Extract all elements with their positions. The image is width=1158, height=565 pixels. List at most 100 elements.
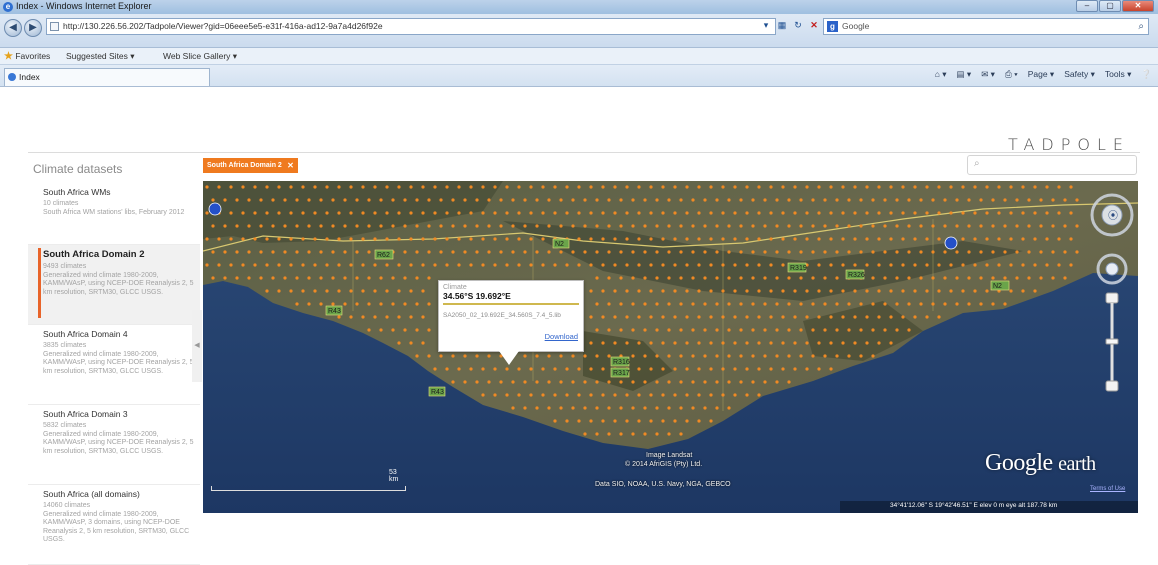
climate-point[interactable] <box>379 224 383 228</box>
climate-point[interactable] <box>247 224 251 228</box>
climate-point[interactable] <box>991 224 995 228</box>
climate-point[interactable] <box>505 263 509 267</box>
climate-point[interactable] <box>703 328 707 332</box>
climate-point[interactable] <box>901 263 905 267</box>
suggested-sites-link[interactable]: Suggested Sites ▾ <box>66 48 135 65</box>
climate-point[interactable] <box>409 211 413 215</box>
climate-point[interactable] <box>781 211 785 215</box>
climate-point[interactable] <box>439 354 443 358</box>
climate-point[interactable] <box>805 263 809 267</box>
climate-point[interactable] <box>625 289 629 293</box>
climate-point[interactable] <box>451 354 455 358</box>
climate-point[interactable] <box>733 367 737 371</box>
climate-point[interactable] <box>571 224 575 228</box>
climate-point[interactable] <box>409 315 413 319</box>
climate-point[interactable] <box>769 289 773 293</box>
climate-point[interactable] <box>205 237 209 241</box>
climate-point[interactable] <box>289 289 293 293</box>
climate-point[interactable] <box>895 302 899 306</box>
climate-point[interactable] <box>787 380 791 384</box>
climate-point[interactable] <box>355 302 359 306</box>
climate-point[interactable] <box>733 315 737 319</box>
climate-point[interactable] <box>349 211 353 215</box>
climate-point[interactable] <box>415 302 419 306</box>
climate-point[interactable] <box>589 289 593 293</box>
climate-point[interactable] <box>907 250 911 254</box>
climate-point[interactable] <box>391 302 395 306</box>
climate-point[interactable] <box>235 198 239 202</box>
climate-point[interactable] <box>595 354 599 358</box>
climate-point[interactable] <box>643 380 647 384</box>
climate-point[interactable] <box>751 224 755 228</box>
climate-point[interactable] <box>403 328 407 332</box>
climate-point[interactable] <box>769 185 773 189</box>
climate-point[interactable] <box>715 406 719 410</box>
climate-point[interactable] <box>517 185 521 189</box>
climate-point[interactable] <box>883 328 887 332</box>
climate-point[interactable] <box>661 419 665 423</box>
climate-point[interactable] <box>415 250 419 254</box>
climate-point[interactable] <box>865 185 869 189</box>
climate-point[interactable] <box>709 393 713 397</box>
climate-point[interactable] <box>925 289 929 293</box>
climate-point[interactable] <box>499 224 503 228</box>
climate-point[interactable] <box>487 250 491 254</box>
climate-point[interactable] <box>433 367 437 371</box>
climate-point[interactable] <box>559 406 563 410</box>
climate-point[interactable] <box>613 185 617 189</box>
climate-point[interactable] <box>607 198 611 202</box>
climate-point[interactable] <box>559 380 563 384</box>
climate-point[interactable] <box>379 328 383 332</box>
climate-point[interactable] <box>337 185 341 189</box>
climate-point[interactable] <box>727 250 731 254</box>
climate-point[interactable] <box>685 367 689 371</box>
climate-point[interactable] <box>331 198 335 202</box>
climate-point[interactable] <box>733 263 737 267</box>
climate-point[interactable] <box>649 289 653 293</box>
climate-point[interactable] <box>577 211 581 215</box>
favorites-button[interactable]: ★ Favorites <box>4 48 50 65</box>
climate-point[interactable] <box>235 250 239 254</box>
climate-point[interactable] <box>487 198 491 202</box>
climate-point[interactable] <box>757 211 761 215</box>
climate-point[interactable] <box>535 198 539 202</box>
climate-point[interactable] <box>871 224 875 228</box>
climate-point[interactable] <box>763 276 767 280</box>
climate-point[interactable] <box>427 250 431 254</box>
climate-point[interactable] <box>907 224 911 228</box>
climate-point[interactable] <box>241 211 245 215</box>
climate-point[interactable] <box>271 198 275 202</box>
climate-point[interactable] <box>799 224 803 228</box>
climate-point[interactable] <box>895 276 899 280</box>
climate-point[interactable] <box>829 237 833 241</box>
climate-point[interactable] <box>973 263 977 267</box>
climate-point[interactable] <box>313 263 317 267</box>
climate-point[interactable] <box>379 302 383 306</box>
climate-point[interactable] <box>253 185 257 189</box>
climate-point[interactable] <box>397 315 401 319</box>
climate-point[interactable] <box>385 237 389 241</box>
climate-point[interactable] <box>391 198 395 202</box>
climate-point[interactable] <box>625 211 629 215</box>
climate-point[interactable] <box>721 289 725 293</box>
climate-point[interactable] <box>391 224 395 228</box>
climate-point[interactable] <box>739 380 743 384</box>
stop-icon[interactable]: ✕ <box>808 19 820 32</box>
climate-point[interactable] <box>265 185 269 189</box>
climate-point[interactable] <box>373 315 377 319</box>
climate-point[interactable] <box>763 328 767 332</box>
climate-point[interactable] <box>607 406 611 410</box>
map-navigation-controls[interactable]: ⦿ <box>1086 185 1138 400</box>
climate-point[interactable] <box>745 289 749 293</box>
climate-point[interactable] <box>277 263 281 267</box>
climate-point[interactable] <box>337 315 341 319</box>
climate-point[interactable] <box>829 367 833 371</box>
climate-point[interactable] <box>889 289 893 293</box>
climate-point[interactable] <box>1015 224 1019 228</box>
climate-point[interactable] <box>271 250 275 254</box>
climate-point[interactable] <box>463 354 467 358</box>
climate-point[interactable] <box>889 263 893 267</box>
climate-point[interactable] <box>721 341 725 345</box>
climate-point[interactable] <box>727 224 731 228</box>
climate-point[interactable] <box>913 289 917 293</box>
